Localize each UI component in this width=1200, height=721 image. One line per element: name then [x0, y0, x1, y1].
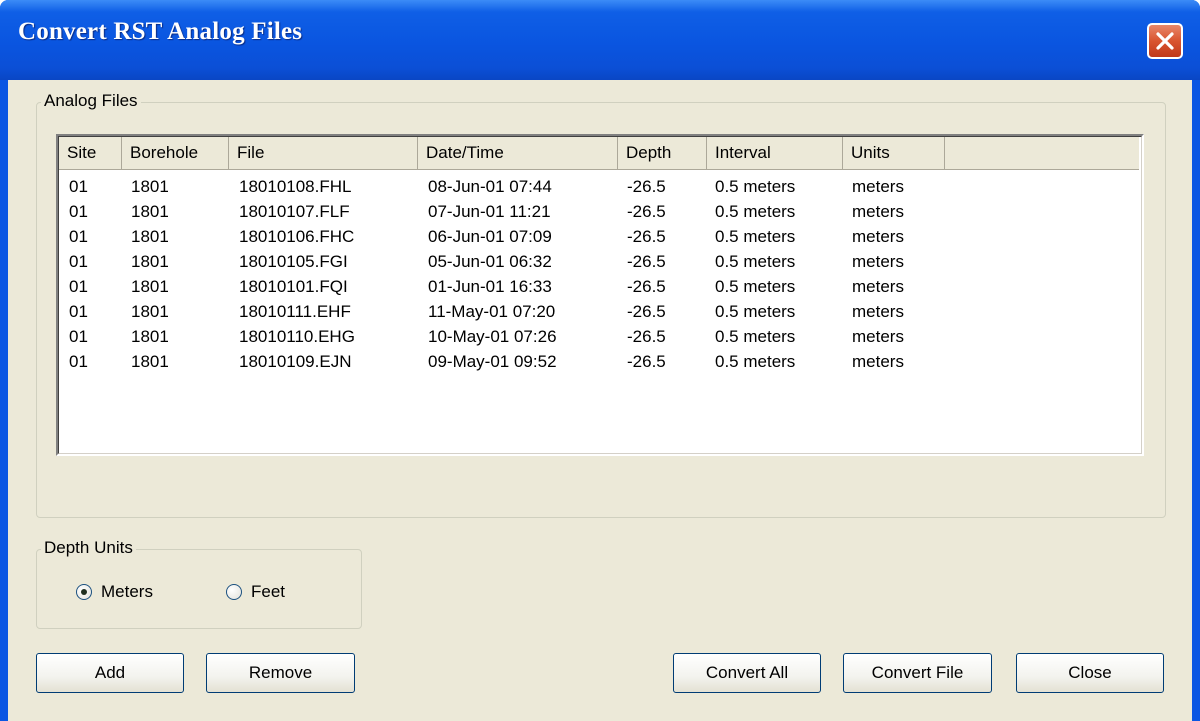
cell-datetime: 08-Jun-01 07:44 [428, 177, 552, 196]
convert-file-button[interactable]: Convert File [843, 653, 992, 693]
cell-file: 18010107.FLF [239, 202, 350, 221]
cell-datetime: 01-Jun-01 16:33 [428, 277, 552, 296]
meters-radio-label[interactable]: Meters [101, 582, 153, 602]
cell-datetime: 09-May-01 09:52 [428, 352, 557, 371]
feet-radio[interactable] [226, 584, 242, 600]
meters-radio[interactable] [76, 584, 92, 600]
cell-depth: -26.5 [627, 277, 666, 296]
cell-site: 01 [69, 302, 88, 321]
cell-datetime: 06-Jun-01 07:09 [428, 227, 552, 246]
cell-site: 01 [69, 352, 88, 371]
convert-all-button[interactable]: Convert All [673, 653, 821, 693]
cell-interval: 0.5 meters [715, 177, 796, 196]
cell-depth: -26.5 [627, 302, 666, 321]
cell-units: meters [852, 327, 904, 346]
analog-files-list[interactable]: Site Borehole File Date/Time Depth Inter… [56, 134, 1144, 456]
cell-borehole: 1801 [131, 302, 169, 321]
cell-units: meters [852, 302, 904, 321]
cell-site: 01 [69, 252, 88, 271]
cell-file: 18010101.FQI [239, 277, 348, 296]
remove-button[interactable]: Remove [206, 653, 355, 693]
cell-borehole: 1801 [131, 227, 169, 246]
cell-borehole: 1801 [131, 327, 169, 346]
cell-units: meters [852, 252, 904, 271]
cell-datetime: 07-Jun-01 11:21 [428, 202, 551, 221]
cell-depth: -26.5 [627, 177, 666, 196]
cell-interval: 0.5 meters [715, 202, 796, 221]
list-header: Site Borehole File Date/Time Depth Inter… [59, 137, 1139, 170]
cell-depth: -26.5 [627, 252, 666, 271]
cell-interval: 0.5 meters [715, 327, 796, 346]
cell-units: meters [852, 352, 904, 371]
column-header-site[interactable]: Site [59, 137, 122, 169]
cell-units: meters [852, 227, 904, 246]
cell-borehole: 1801 [131, 252, 169, 271]
column-header-depth[interactable]: Depth [618, 137, 707, 169]
cell-file: 18010106.FHC [239, 227, 355, 246]
cell-file: 18010109.EJN [239, 352, 352, 371]
column-header-units[interactable]: Units [843, 137, 945, 169]
cell-datetime: 11-May-01 07:20 [428, 302, 556, 321]
cell-datetime: 05-Jun-01 06:32 [428, 252, 552, 271]
cell-depth: -26.5 [627, 227, 666, 246]
title-bar[interactable]: Convert RST Analog Files [0, 0, 1200, 80]
list-frame: Site Borehole File Date/Time Depth Inter… [58, 136, 1142, 454]
cell-borehole: 1801 [131, 352, 169, 371]
cell-file: 18010110.EHG [239, 327, 355, 346]
cell-interval: 0.5 meters [715, 227, 796, 246]
cell-file: 18010111.EHF [239, 302, 351, 321]
cell-units: meters [852, 177, 904, 196]
cell-site: 01 [69, 227, 88, 246]
cell-depth: -26.5 [627, 352, 666, 371]
close-button[interactable]: Close [1016, 653, 1164, 693]
cell-site: 01 [69, 327, 88, 346]
radio-selected-dot [81, 589, 87, 595]
close-x-icon [1156, 32, 1174, 50]
window-title: Convert RST Analog Files [18, 18, 303, 45]
cell-site: 01 [69, 177, 88, 196]
add-button[interactable]: Add [36, 653, 184, 693]
feet-radio-label[interactable]: Feet [251, 582, 285, 602]
cell-site: 01 [69, 277, 88, 296]
column-header-file[interactable]: File [229, 137, 418, 169]
cell-borehole: 1801 [131, 277, 169, 296]
cell-file: 18010105.FGI [239, 252, 348, 271]
cell-units: meters [852, 202, 904, 221]
cell-borehole: 1801 [131, 202, 169, 221]
cell-interval: 0.5 meters [715, 277, 796, 296]
cell-interval: 0.5 meters [715, 252, 796, 271]
cell-site: 01 [69, 202, 88, 221]
column-header-datetime[interactable]: Date/Time [418, 137, 618, 169]
column-header-borehole[interactable]: Borehole [122, 137, 229, 169]
cell-interval: 0.5 meters [715, 352, 796, 371]
cell-depth: -26.5 [627, 327, 666, 346]
cell-borehole: 1801 [131, 177, 169, 196]
cell-interval: 0.5 meters [715, 302, 796, 321]
cell-file: 18010108.FHL [239, 177, 352, 196]
close-window-button[interactable] [1147, 23, 1183, 59]
cell-units: meters [852, 277, 904, 296]
cell-depth: -26.5 [627, 202, 666, 221]
cell-datetime: 10-May-01 07:26 [428, 327, 557, 346]
analog-files-label: Analog Files [41, 91, 141, 111]
depth-units-label: Depth Units [41, 538, 136, 558]
column-header-interval[interactable]: Interval [707, 137, 843, 169]
